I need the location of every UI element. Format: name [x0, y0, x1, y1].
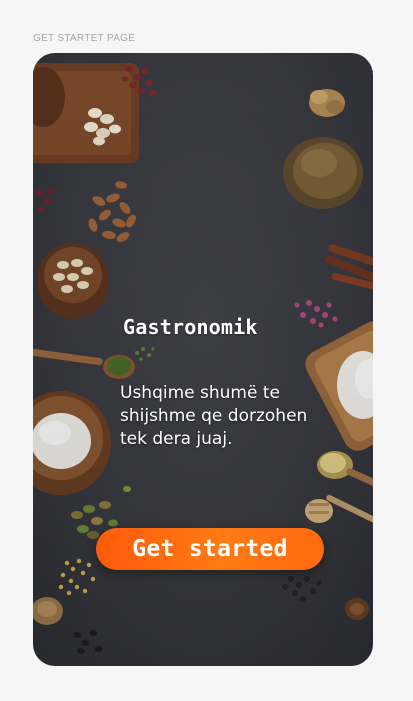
brand-title: Gastronomik — [123, 315, 258, 339]
tagline-text: Ushqime shumë te shijshme qe dorzohen te… — [120, 383, 308, 449]
get-started-button[interactable]: Get started — [96, 528, 324, 570]
frame-label: GET STARTET PAGE — [33, 33, 136, 44]
onboarding-screen: Gastronomik Ushqime shumë te shijshme qe… — [33, 53, 373, 666]
